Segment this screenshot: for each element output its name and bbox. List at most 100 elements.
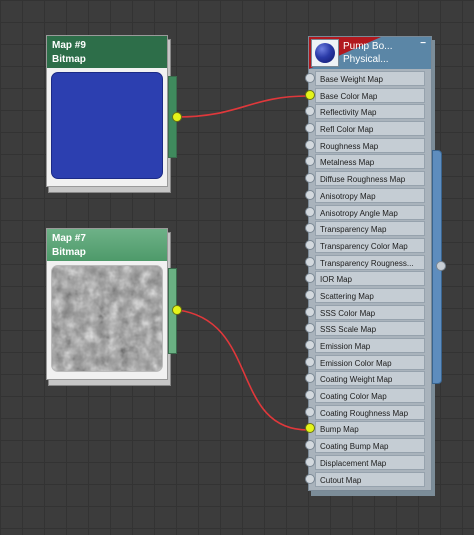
map-slot[interactable]: Anisotropy Map: [305, 187, 425, 204]
wire-map7-to-bump: [176, 309, 309, 431]
node-type: Bitmap: [52, 54, 86, 65]
material-preview-swatch[interactable]: [311, 39, 339, 67]
input-socket[interactable]: [305, 173, 315, 184]
wire-map9-to-base-color: [176, 95, 309, 118]
map-slot[interactable]: Emission Color Map: [305, 354, 425, 371]
input-socket[interactable]: [305, 139, 315, 150]
material-name: Pump Bo...: [343, 41, 393, 52]
map-slot-label: Metalness Map: [315, 154, 425, 170]
input-socket[interactable]: [305, 340, 315, 350]
input-socket[interactable]: [305, 440, 315, 451]
input-socket[interactable]: [305, 256, 315, 267]
map-slot[interactable]: Diffuse Roughness Map: [305, 171, 425, 187]
map-slot[interactable]: SSS Color Map: [305, 304, 425, 321]
input-socket[interactable]: [305, 223, 315, 234]
bitmap-node-map7[interactable]: Map #7 Bitmap: [46, 228, 171, 386]
input-socket[interactable]: [305, 306, 315, 317]
map-slot-label: Emission Map: [315, 338, 425, 353]
map-slot-label: Coating Color Map: [315, 388, 425, 404]
material-type: Physical...: [343, 54, 389, 65]
node-frame: Pump Bo... Physical... − Base Weight Map…: [305, 36, 432, 492]
input-socket[interactable]: [305, 189, 315, 200]
input-socket[interactable]: [305, 406, 315, 417]
map-slot[interactable]: Cutout Map: [305, 471, 425, 488]
noise-texture-image: [52, 266, 162, 371]
input-socket[interactable]: [305, 273, 315, 284]
input-socket[interactable]: [305, 390, 315, 401]
map-slot[interactable]: Roughness Map: [305, 137, 425, 154]
map-slot[interactable]: Transparency Rougness...: [305, 254, 425, 271]
map-slot-label: Transparency Color Map: [315, 237, 425, 253]
node-title: Pump Bo... Physical...: [343, 40, 411, 66]
map-slot-label: SSS Color Map: [315, 304, 425, 320]
map-slot[interactable]: Metalness Map: [305, 154, 425, 170]
map-slot-label: Transparency Rougness...: [315, 254, 425, 270]
map-slot[interactable]: Base Color Map: [305, 87, 425, 104]
input-socket[interactable]: [305, 289, 315, 300]
input-socket[interactable]: [305, 156, 315, 167]
map-slot-label: Reflectivity Map: [315, 104, 425, 120]
physical-material-node[interactable]: Pump Bo... Physical... − Base Weight Map…: [305, 36, 435, 497]
bitmap-thumbnail-noise: [51, 265, 163, 372]
input-socket[interactable]: [305, 423, 315, 434]
map-slot-label: Emission Color Map: [315, 354, 425, 370]
map-slot[interactable]: Refl Color Map: [305, 121, 425, 137]
map-slot[interactable]: Emission Map: [305, 338, 425, 354]
node-body: [47, 68, 167, 186]
map-slot-label: Transparency Map: [315, 221, 425, 237]
map-slot[interactable]: Transparency Color Map: [305, 237, 425, 254]
node-header[interactable]: Pump Bo... Physical... −: [309, 37, 431, 69]
map-slot[interactable]: IOR Map: [305, 271, 425, 287]
node-type: Bitmap: [52, 247, 86, 258]
sphere-icon: [315, 43, 335, 63]
output-socket-map9[interactable]: [172, 112, 182, 122]
input-socket[interactable]: [305, 456, 315, 467]
output-socket-map7[interactable]: [172, 305, 182, 315]
node-frame: Map #9 Bitmap: [46, 35, 168, 187]
map-slot[interactable]: Bump Map: [305, 421, 425, 437]
input-socket[interactable]: [305, 123, 315, 134]
map-slot[interactable]: SSS Scale Map: [305, 321, 425, 337]
map-slot-label: Cutout Map: [315, 471, 425, 487]
input-socket[interactable]: [305, 373, 315, 384]
map-slot[interactable]: Scattering Map: [305, 287, 425, 304]
map-slot[interactable]: Base Weight Map: [305, 71, 425, 87]
map-slot[interactable]: Coating Weight Map: [305, 371, 425, 387]
input-socket[interactable]: [305, 323, 315, 334]
node-title: Map #9: [52, 40, 86, 51]
map-slot[interactable]: Coating Color Map: [305, 388, 425, 404]
input-socket[interactable]: [305, 356, 315, 367]
map-slot[interactable]: Coating Roughness Map: [305, 404, 425, 421]
map-slot-label: Scattering Map: [315, 287, 425, 303]
map-slot-label: Refl Color Map: [315, 121, 425, 137]
map-slot-label: Coating Bump Map: [315, 438, 425, 454]
input-socket[interactable]: [305, 73, 315, 83]
map-slot-label: Diffuse Roughness Map: [315, 171, 425, 187]
node-body: [47, 261, 167, 379]
node-header[interactable]: Map #7 Bitmap: [47, 229, 167, 261]
map-slot-list: Base Weight Map Base Color Map Reflectivit…: [305, 69, 431, 490]
input-socket[interactable]: [305, 106, 315, 117]
map-slot-label: Anisotropy Angle Map: [315, 204, 425, 220]
map-slot-label: Base Weight Map: [315, 71, 425, 86]
map-slot[interactable]: Anisotropy Angle Map: [305, 204, 425, 221]
node-editor-canvas[interactable]: Map #9 Bitmap Map #7 Bitmap Pump Bo... P…: [0, 0, 474, 535]
input-socket[interactable]: [305, 473, 315, 484]
map-slot-label: Coating Weight Map: [315, 371, 425, 387]
material-output-socket[interactable]: [436, 261, 446, 271]
map-slot-label: Anisotropy Map: [315, 187, 425, 203]
map-slot[interactable]: Coating Bump Map: [305, 438, 425, 454]
map-slot[interactable]: Reflectivity Map: [305, 104, 425, 120]
map-slot[interactable]: Displacement Map: [305, 454, 425, 471]
map-slot-label: Coating Roughness Map: [315, 404, 425, 420]
map-slot-label: IOR Map: [315, 271, 425, 287]
node-header[interactable]: Map #9 Bitmap: [47, 36, 167, 68]
input-socket[interactable]: [305, 239, 315, 250]
input-socket[interactable]: [305, 206, 315, 217]
map-slot[interactable]: Transparency Map: [305, 221, 425, 237]
node-frame: Map #7 Bitmap: [46, 228, 168, 380]
collapse-button[interactable]: −: [420, 38, 426, 49]
input-socket[interactable]: [305, 89, 315, 100]
map-slot-label: Roughness Map: [315, 137, 425, 153]
bitmap-node-map9[interactable]: Map #9 Bitmap: [46, 35, 171, 193]
